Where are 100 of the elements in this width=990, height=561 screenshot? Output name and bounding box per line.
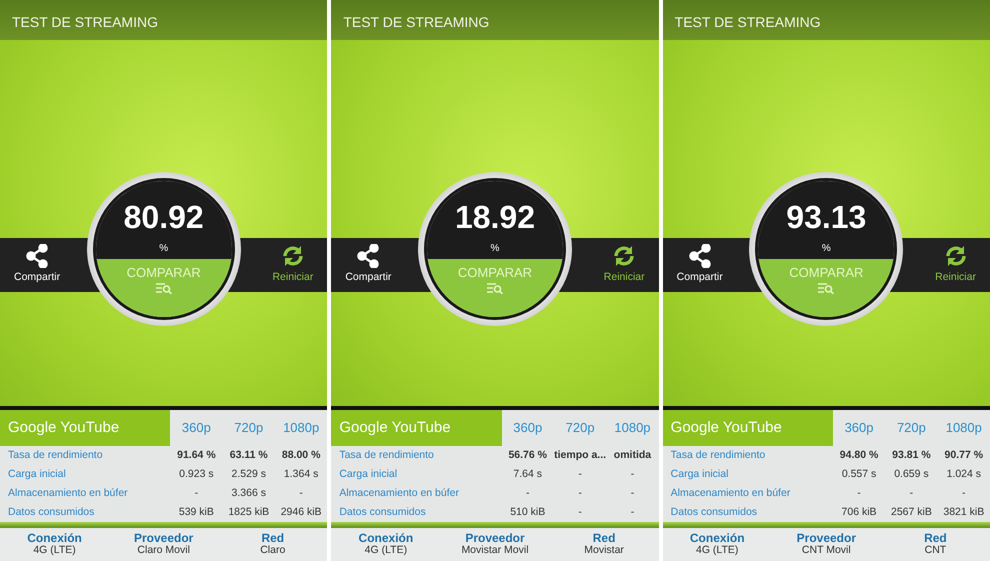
table-cell-text: 0.557 s [840, 466, 878, 482]
info-value: 4G (LTE) [695, 544, 740, 556]
info-heading: Proveedor [132, 530, 194, 545]
row-label: Datos consumidos [670, 504, 758, 520]
row-label: Tasa de rendimiento [670, 448, 766, 463]
table-cell-text: omitida [612, 448, 652, 463]
table-cell-text: 3821 kiB [942, 504, 986, 520]
table-cell-text: - [630, 504, 636, 520]
table-cell-text: - [577, 486, 583, 501]
restart-button[interactable]: Reiniciar [272, 244, 314, 286]
table-cell-text: 1.364 s [282, 466, 320, 482]
column-header: 720p [896, 419, 927, 438]
info-heading: Conexión [26, 530, 83, 545]
table-cell-text: 1.024 s [946, 466, 982, 482]
info-heading: Red [592, 530, 616, 545]
screen-title: TEST DE STREAMING [331, 0, 659, 40]
table-cell-text: - [194, 486, 200, 501]
column-header: 720p [564, 419, 596, 438]
info-heading: Conexión [358, 530, 414, 545]
column-header: 720p [233, 419, 264, 438]
share-icon [357, 244, 380, 268]
table-cell-text: - [630, 466, 636, 482]
share-button[interactable]: Compartir [676, 244, 723, 286]
screen-title: TEST DE STREAMING [662, 0, 990, 40]
table-cell-text: 63.11 % [228, 448, 269, 463]
list-search-icon [818, 282, 834, 294]
table-cell-text: - [856, 486, 862, 501]
table-cell-text: 1825 kiB [227, 504, 270, 520]
table-cell-text: 88.00 % [280, 448, 322, 463]
table-cell-text: - [961, 486, 967, 501]
info-heading: Red [260, 530, 286, 545]
score-unit: % [490, 242, 500, 256]
share-button[interactable]: Compartir [14, 244, 60, 286]
row-label: Tasa de rendimiento [7, 448, 104, 463]
table-cell-text: 94.80 % [838, 448, 880, 463]
row-label: Tasa de rendimiento [338, 448, 435, 463]
table-cell-text: 510 kiB [509, 504, 546, 520]
table-cell-text: - [630, 486, 636, 501]
info-value: Movistar [583, 544, 625, 556]
row-label: Carga inicial [670, 466, 730, 482]
table-cell-text: 93.81 % [891, 448, 932, 463]
column-header: 360p [180, 419, 212, 438]
row-label: Almacenamiento en búfer [7, 486, 129, 501]
row-label: Carga inicial [7, 466, 67, 482]
table-cell-text: 0.923 s [178, 466, 215, 482]
service-name: Google YouTube [331, 410, 502, 446]
info-value: Movistar Movil [460, 544, 530, 556]
table-cell-text: 2946 kiB [280, 504, 323, 520]
table-cell-text: 91.64 % [176, 448, 217, 463]
refresh-icon [280, 244, 305, 268]
info-value: 4G (LTE) [32, 544, 77, 556]
row-label: Almacenamiento en búfer [338, 486, 460, 501]
table-cell-text: - [524, 486, 530, 501]
screen-title: TEST DE STREAMING [0, 0, 328, 40]
share-icon [26, 244, 48, 268]
table-cell-text: 2.529 s [230, 466, 267, 482]
info-value: Claro [259, 544, 286, 556]
table-cell-text: - [298, 486, 304, 501]
info-heading: Proveedor [464, 530, 526, 545]
refresh-icon [612, 244, 636, 268]
table-cell-text: 56.76 % [507, 448, 548, 463]
table-cell-text: 0.659 s [893, 466, 930, 482]
restart-button[interactable]: Reiniciar [604, 244, 645, 286]
table-cell-text: 539 kiB [178, 504, 215, 520]
table-cell-text: - [577, 504, 583, 520]
share-icon [688, 244, 711, 268]
service-name: Google YouTube [0, 410, 170, 446]
info-heading: Conexión [688, 530, 746, 545]
column-header: 1080p [944, 419, 983, 438]
share-button[interactable]: Compartir [345, 244, 392, 286]
table-cell-text: - [908, 486, 914, 501]
table-cell-text: 2567 kiB [890, 504, 933, 520]
restart-button[interactable]: Reiniciar [935, 244, 976, 286]
table-cell-text: tiempo a... [554, 448, 606, 463]
row-label: Datos consumidos [7, 504, 96, 520]
score-unit: % [822, 242, 831, 256]
list-search-icon [156, 282, 172, 294]
refresh-icon [944, 244, 968, 268]
column-header: 360p [844, 419, 874, 438]
score-value: 18.92 [454, 200, 536, 233]
table-cell-text: - [577, 466, 583, 482]
table-cell-text: 90.77 % [944, 448, 984, 463]
score-value: 80.92 [124, 200, 204, 233]
info-value: CNT Movil [800, 544, 852, 556]
service-name: Google YouTube [662, 410, 833, 446]
column-header: 360p [512, 419, 544, 438]
info-value: CNT [924, 544, 948, 556]
row-label: Carga inicial [338, 466, 398, 482]
info-heading: Red [923, 530, 948, 545]
table-cell-text: 706 kiB [840, 504, 878, 520]
info-heading: Proveedor [796, 530, 857, 545]
score-unit: % [159, 242, 168, 256]
column-header: 1080p [613, 419, 652, 438]
table-cell-text: 3.366 s [230, 486, 267, 501]
row-label: Datos consumidos [338, 504, 427, 520]
row-label: Almacenamiento en búfer [670, 486, 792, 501]
table-cell-text: 7.64 s [512, 466, 544, 482]
info-value: Claro Movil [136, 544, 191, 556]
info-value: 4G (LTE) [364, 544, 408, 556]
score-value: 93.13 [786, 200, 866, 233]
